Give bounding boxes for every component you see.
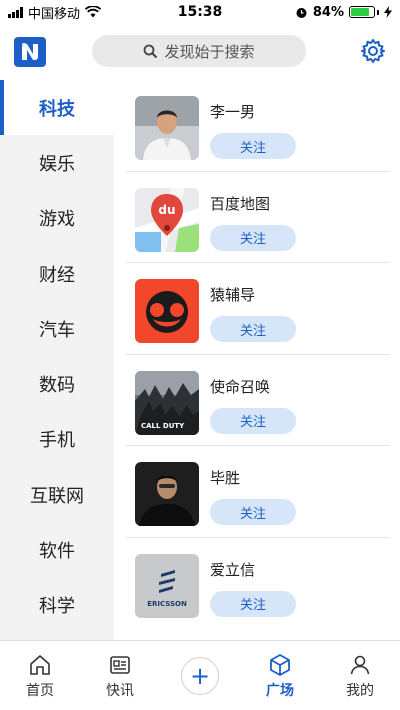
- item-name: 爱立信: [210, 560, 256, 579]
- nav-label: 快讯: [106, 682, 134, 699]
- top-bar: 发现始于搜索: [0, 24, 400, 80]
- plus-icon[interactable]: +: [181, 657, 219, 695]
- list-item[interactable]: 毕胜 关注: [114, 446, 400, 538]
- game-cover-text: CALL DUTY: [141, 422, 185, 430]
- nav-add[interactable]: +: [160, 641, 240, 710]
- category-label: 游戏: [39, 209, 75, 231]
- app-screen: 中国移动 15:38 84% 发现始于搜索 科技 娱乐 游戏 财经 汽车 数码 …: [0, 0, 400, 710]
- clock: 15:38: [177, 4, 223, 20]
- map-logo-text: du: [158, 203, 175, 217]
- category-label: 科学: [39, 596, 75, 618]
- status-right: 84%: [295, 5, 392, 20]
- category-item-games[interactable]: 游戏: [0, 191, 114, 246]
- category-label: 手机: [39, 430, 75, 452]
- person-icon: [350, 655, 370, 674]
- search-icon: [144, 44, 158, 58]
- nav-news[interactable]: 快讯: [80, 641, 160, 710]
- category-label: 互联网: [30, 485, 84, 507]
- category-item-mobile[interactable]: 手机: [0, 412, 114, 467]
- nav-square[interactable]: 广场: [240, 641, 320, 710]
- signal-icon: [8, 6, 23, 18]
- nav-label: 广场: [266, 682, 294, 699]
- category-label: 软件: [39, 541, 75, 563]
- ericsson-logo: ERICSSON: [135, 553, 199, 618]
- category-label: 娱乐: [39, 153, 75, 175]
- charging-icon: [384, 6, 392, 18]
- category-label: 财经: [39, 264, 75, 286]
- list-item[interactable]: du 百度地图 关注: [114, 172, 400, 263]
- home-icon: [30, 654, 50, 675]
- monkey-logo: [135, 279, 199, 343]
- follow-button[interactable]: 关注: [210, 499, 296, 525]
- ericsson-logo-text: ERICSSON: [147, 600, 187, 608]
- battery-level: [351, 8, 370, 16]
- category-sidebar: 科技 娱乐 游戏 财经 汽车 数码 手机 互联网 软件 科学: [0, 80, 114, 640]
- follow-list: 李一男 关注 du 百度地图 关注 猿辅导 关注 CALL DUTY 使命召唤 …: [114, 80, 400, 640]
- category-item-auto[interactable]: 汽车: [0, 301, 114, 356]
- list-item[interactable]: 李一男 关注: [114, 80, 400, 172]
- nav-home[interactable]: 首页: [0, 641, 80, 710]
- search-placeholder: 发现始于搜索: [164, 42, 255, 61]
- item-name: 毕胜: [210, 469, 241, 487]
- category-item-digital[interactable]: 数码: [0, 356, 114, 411]
- category-label: 科技: [39, 98, 75, 120]
- battery-percent: 84%: [312, 4, 344, 20]
- category-item-finance[interactable]: 财经: [0, 246, 114, 301]
- category-label: 数码: [39, 375, 75, 397]
- follow-button[interactable]: 关注: [210, 133, 296, 159]
- status-left: 中国移动: [8, 3, 102, 22]
- follow-button[interactable]: 关注: [210, 316, 296, 342]
- battery-icon: [349, 6, 379, 18]
- alarm-icon: [296, 7, 307, 18]
- item-name: 李一男: [210, 103, 256, 121]
- map-logo: du: [135, 187, 199, 252]
- search-input[interactable]: 发现始于搜索: [92, 35, 306, 67]
- nav-label: 首页: [26, 682, 54, 699]
- cube-icon: [270, 653, 290, 676]
- wifi-icon: [85, 6, 102, 18]
- category-item-science[interactable]: 科学: [0, 578, 114, 633]
- category-item-internet[interactable]: 互联网: [0, 467, 114, 522]
- game-cover: CALL DUTY: [135, 370, 199, 435]
- bottom-nav: 首页 快讯 + 广场 我的: [0, 640, 400, 710]
- app-logo-icon[interactable]: [14, 37, 46, 67]
- category-item-tech[interactable]: 科技: [0, 80, 114, 136]
- category-item-software[interactable]: 软件: [0, 522, 114, 577]
- settings-gear-icon[interactable]: [360, 38, 386, 64]
- nav-profile[interactable]: 我的: [320, 641, 400, 710]
- news-icon: [110, 655, 130, 674]
- status-bar: 中国移动 15:38 84%: [0, 0, 400, 24]
- list-item[interactable]: 猿辅导 关注: [114, 263, 400, 355]
- list-item[interactable]: ERICSSON 爱立信 关注: [114, 538, 400, 630]
- item-name: 使命召唤: [210, 377, 271, 396]
- nav-label: 我的: [346, 682, 374, 699]
- follow-button[interactable]: 关注: [210, 224, 296, 251]
- item-name: 百度地图: [210, 194, 271, 213]
- category-label: 汽车: [39, 319, 75, 341]
- item-name: 猿辅导: [210, 286, 256, 304]
- person-photo: [135, 96, 199, 160]
- carrier-label: 中国移动: [28, 6, 81, 22]
- category-item-entertainment[interactable]: 娱乐: [0, 135, 114, 190]
- person-photo-dark: [135, 462, 199, 526]
- list-item[interactable]: CALL DUTY 使命召唤 关注: [114, 355, 400, 446]
- follow-button[interactable]: 关注: [210, 590, 296, 617]
- follow-button[interactable]: 关注: [210, 407, 296, 434]
